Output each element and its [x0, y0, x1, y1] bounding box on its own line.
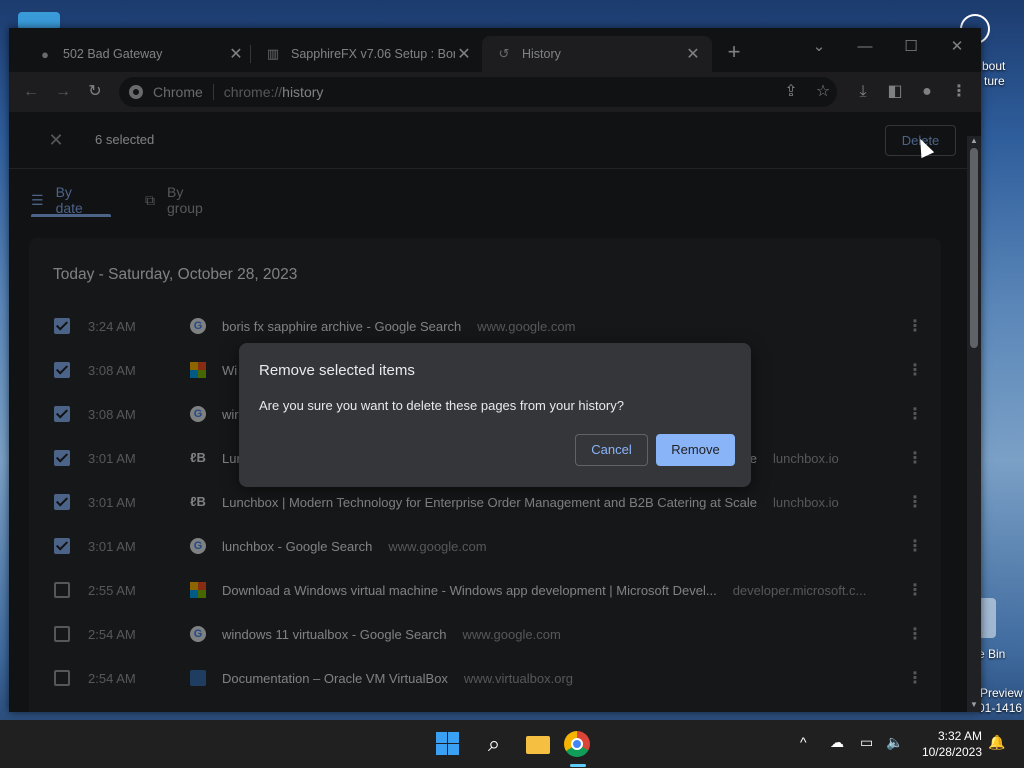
show-hidden-icons-chevron[interactable]: ^: [800, 734, 807, 750]
cancel-button[interactable]: Cancel: [575, 434, 648, 466]
windows-logo-icon: [436, 732, 447, 743]
search-icon[interactable]: ⌕: [478, 728, 510, 760]
scroll-down-arrow[interactable]: ▼: [970, 700, 978, 709]
volume-icon[interactable]: 🔈: [886, 734, 903, 751]
chrome-taskbar-icon[interactable]: [564, 731, 590, 757]
scroll-up-arrow[interactable]: ▲: [970, 136, 978, 145]
windows-logo-icon: [448, 744, 459, 755]
network-icon[interactable]: ▭: [860, 734, 873, 751]
windows-logo-icon: [448, 732, 459, 743]
file-explorer-icon[interactable]: [522, 728, 554, 760]
windows-logo-icon: [436, 744, 447, 755]
remove-button[interactable]: Remove: [656, 434, 735, 466]
dialog-body: Are you sure you want to delete these pa…: [259, 398, 624, 413]
scrollbar[interactable]: ▲ ▼: [967, 136, 981, 712]
browser-window: ● 502 Bad Gateway ✕ ▥ SapphireFX v7.06 S…: [9, 28, 981, 712]
notification-bell-icon[interactable]: 🔔: [988, 734, 1005, 751]
start-button[interactable]: [434, 728, 466, 760]
clock[interactable]: 3:32 AM 10/28/2023: [906, 728, 982, 760]
active-app-indicator: [570, 764, 586, 767]
clock-date: 10/28/2023: [921, 745, 982, 759]
scroll-thumb[interactable]: [970, 148, 978, 348]
watermark-preview: Preview: [980, 686, 1023, 700]
desktop-label-feature: ture: [984, 74, 1005, 88]
dialog-title: Remove selected items: [259, 362, 415, 379]
taskbar: ⌕ ^ ☁ ▭ 🔈 3:32 AM 10/28/2023 🔔: [0, 720, 1024, 768]
onedrive-icon[interactable]: ☁: [830, 734, 844, 751]
clock-time: 3:32 AM: [937, 729, 982, 743]
watermark-build: 01-1416: [978, 701, 1023, 715]
remove-dialog: Remove selected items Are you sure you w…: [239, 343, 751, 487]
recycle-bin-label: e Bin: [978, 647, 1006, 661]
desktop-label-about: bout: [982, 59, 1006, 73]
